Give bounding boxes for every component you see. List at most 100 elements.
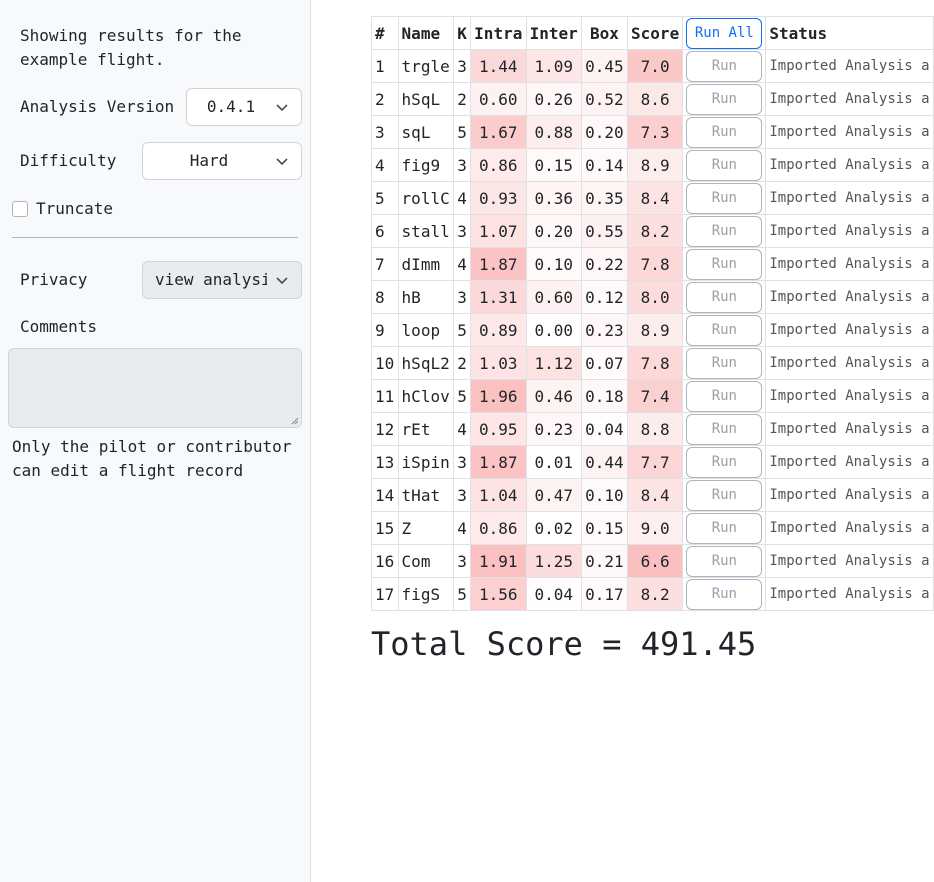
row-index: 8 [371, 280, 399, 314]
row-intra: 0.93 [470, 181, 527, 215]
row-run-cell: Run [682, 511, 767, 545]
run-button[interactable]: Run [686, 215, 763, 247]
run-button[interactable]: Run [686, 512, 763, 544]
run-all-button[interactable]: Run All [686, 17, 763, 49]
row-intra: 0.89 [470, 313, 527, 347]
row-index: 7 [371, 247, 399, 281]
row-score: 8.6 [626, 82, 684, 116]
row-intra: 1.44 [470, 49, 527, 83]
run-button[interactable]: Run [686, 380, 763, 412]
run-button[interactable]: Run [686, 149, 763, 181]
row-inter: 0.04 [525, 577, 582, 611]
row-name: hB [397, 280, 455, 314]
row-name: rEt [397, 412, 455, 446]
row-name: hSqL [397, 82, 455, 116]
row-name: rollC [397, 181, 455, 215]
row-inter: 1.12 [525, 346, 582, 380]
row-intra: 1.87 [470, 247, 527, 281]
row-run-cell: Run [682, 49, 767, 83]
row-name: iSpin [397, 445, 455, 479]
row-intra: 0.86 [470, 511, 527, 545]
row-inter: 1.25 [525, 544, 582, 578]
row-score: 8.2 [626, 577, 684, 611]
row-score: 9.0 [626, 511, 684, 545]
row-index: 11 [371, 379, 399, 413]
row-box: 0.44 [580, 445, 628, 479]
row-intra: 1.67 [470, 115, 527, 149]
row-run-cell: Run [682, 247, 767, 281]
row-status: Imported Analysis a [765, 214, 934, 248]
table-row: 15 Z 4 0.86 0.02 0.15 9.0 Run Imported Analysis … [371, 511, 934, 545]
analysis-version-select[interactable]: 0.4.1 [186, 88, 302, 126]
row-k: 5 [453, 313, 472, 347]
row-box: 0.22 [580, 247, 628, 281]
row-k: 2 [453, 82, 472, 116]
run-button[interactable]: Run [686, 446, 763, 478]
row-status: Imported Analysis a [765, 148, 934, 182]
row-index: 12 [371, 412, 399, 446]
run-button[interactable]: Run [686, 479, 763, 511]
row-status: Imported Analysis a [765, 478, 934, 512]
comments-textarea[interactable] [8, 348, 302, 428]
table-row: 8 hB 3 1.31 0.60 0.12 8.0 Run Imported Analysis … [371, 280, 934, 314]
row-inter: 0.02 [525, 511, 582, 545]
edit-permission-note: Only the pilot or contributor can edit a… [12, 437, 292, 480]
row-status: Imported Analysis a [765, 49, 934, 83]
run-button[interactable]: Run [686, 248, 763, 280]
privacy-select[interactable]: view analysis [142, 261, 302, 299]
row-intra: 1.91 [470, 544, 527, 578]
row-run-cell: Run [682, 214, 767, 248]
row-intra: 1.96 [470, 379, 527, 413]
run-button[interactable]: Run [686, 116, 763, 148]
header-name: Name [397, 16, 455, 50]
truncate-label: Truncate [36, 199, 114, 218]
row-name: hSqL2 [397, 346, 455, 380]
row-box: 0.52 [580, 82, 628, 116]
row-intra: 1.56 [470, 577, 527, 611]
row-inter: 0.15 [525, 148, 582, 182]
table-row: 1 trgle 3 1.44 1.09 0.45 7.0 Run Imported Analys… [371, 49, 934, 83]
row-index: 2 [371, 82, 399, 116]
row-k: 3 [453, 148, 472, 182]
row-status: Imported Analysis a [765, 247, 934, 281]
row-box: 0.45 [580, 49, 628, 83]
row-inter: 0.23 [525, 412, 582, 446]
table-row: 2 hSqL 2 0.60 0.26 0.52 8.6 Run Imported Analysi… [371, 82, 934, 116]
difficulty-select[interactable]: Hard [142, 142, 302, 180]
row-inter: 0.88 [525, 115, 582, 149]
row-status: Imported Analysis a [765, 445, 934, 479]
row-index: 17 [371, 577, 399, 611]
row-box: 0.21 [580, 544, 628, 578]
row-run-cell: Run [682, 346, 767, 380]
header-status: Status [765, 16, 934, 50]
run-button[interactable]: Run [686, 50, 763, 82]
run-button[interactable]: Run [686, 545, 763, 577]
header-index: # [371, 16, 399, 50]
table-row: 13 iSpin 3 1.87 0.01 0.44 7.7 Run Imported Analy… [371, 445, 934, 479]
row-k: 4 [453, 247, 472, 281]
truncate-checkbox[interactable] [12, 201, 28, 217]
table-row: 12 rEt 4 0.95 0.23 0.04 8.8 Run Imported Analysi… [371, 412, 934, 446]
header-box: Box [580, 16, 628, 50]
row-status: Imported Analysis a [765, 511, 934, 545]
row-intra: 1.03 [470, 346, 527, 380]
run-button[interactable]: Run [686, 578, 763, 610]
run-button[interactable]: Run [686, 182, 763, 214]
sidebar: Showing results for the example flight. … [0, 0, 311, 882]
run-button[interactable]: Run [686, 347, 763, 379]
row-k: 5 [453, 379, 472, 413]
row-score: 7.8 [626, 247, 684, 281]
row-score: 7.4 [626, 379, 684, 413]
chevron-down-icon [276, 104, 288, 112]
run-button[interactable]: Run [686, 314, 763, 346]
run-button[interactable]: Run [686, 413, 763, 445]
table-row: 16 Com 3 1.91 1.25 0.21 6.6 Run Imported Analysi… [371, 544, 934, 578]
row-k: 5 [453, 115, 472, 149]
header-k: K [453, 16, 472, 50]
row-score: 8.9 [626, 148, 684, 182]
run-button[interactable]: Run [686, 281, 763, 313]
run-button[interactable]: Run [686, 83, 763, 115]
intro-text: Showing results for the example flight. [20, 26, 242, 69]
row-box: 0.10 [580, 478, 628, 512]
row-index: 6 [371, 214, 399, 248]
